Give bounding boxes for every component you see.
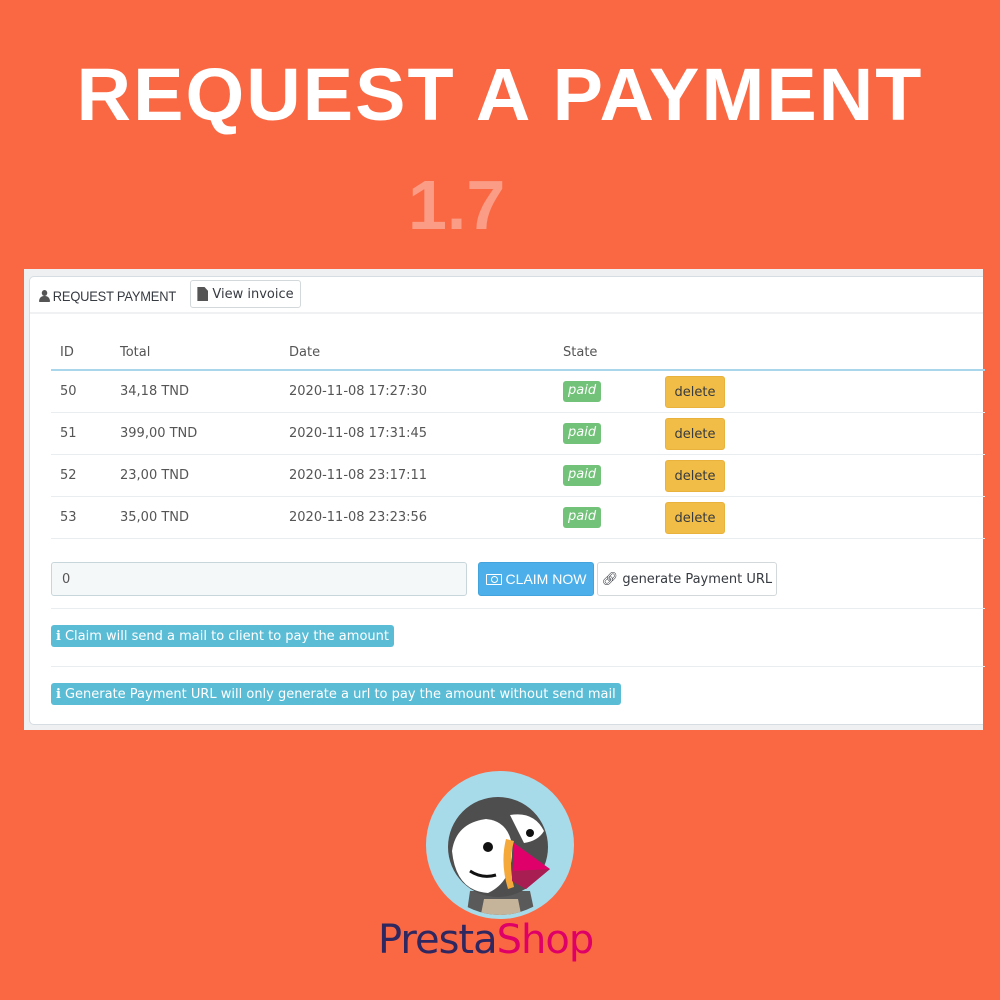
prestashop-puffin-logo xyxy=(426,771,574,919)
column-header-id: ID xyxy=(51,335,111,371)
cell-total: 34,18 TND xyxy=(111,370,280,413)
cell-total: 35,00 TND xyxy=(111,496,280,539)
cell-total: 399,00 TND xyxy=(111,412,280,455)
claim-now-button[interactable]: CLAIM NOW xyxy=(478,562,594,596)
cell-id: 53 xyxy=(51,496,111,539)
file-icon xyxy=(197,287,209,301)
status-badge: paid xyxy=(563,465,602,486)
delete-button[interactable]: delete xyxy=(665,459,725,492)
claim-form: CLAIM NOW 🔗︎ generate Payment URL xyxy=(51,554,985,609)
generate-payment-url-button[interactable]: 🔗︎ generate Payment URL xyxy=(597,562,777,596)
cell-state: paid xyxy=(554,496,656,539)
panel-title-text: REQUEST PAYMENT xyxy=(52,288,177,304)
cell-action: delete xyxy=(656,454,985,497)
table-row: 51 399,00 TND 2020-11-08 17:31:45 paid d… xyxy=(51,412,985,455)
cell-total: 23,00 TND xyxy=(111,454,280,497)
panel-title: REQUEST PAYMENT xyxy=(39,288,176,304)
version-label: 1.7 xyxy=(408,166,506,244)
panel-body: REQUEST PAYMENT View invoice ID Total Da… xyxy=(29,276,985,725)
cell-action: delete xyxy=(656,496,985,539)
generate-payment-url-label: generate Payment URL xyxy=(622,571,773,587)
cell-action: delete xyxy=(656,370,985,413)
info-icon: i xyxy=(56,628,61,644)
brand-shop: Shop xyxy=(496,917,595,963)
request-payment-panel: REQUEST PAYMENT View invoice ID Total Da… xyxy=(24,269,985,730)
brand-presta: Presta xyxy=(378,917,498,963)
prestashop-wordmark: PrestaShop xyxy=(378,917,595,963)
view-invoice-label: View invoice xyxy=(212,286,294,302)
status-badge: paid xyxy=(563,381,602,402)
generate-info-note: i Generate Payment URL will only generat… xyxy=(51,683,621,705)
status-badge: paid xyxy=(563,423,602,444)
delete-button[interactable]: delete xyxy=(665,417,725,450)
link-icon: 🔗︎ xyxy=(601,571,619,587)
table-row: 53 35,00 TND 2020-11-08 23:23:56 paid de… xyxy=(51,496,985,539)
logo-eye-left xyxy=(483,842,493,852)
cell-date: 2020-11-08 23:17:11 xyxy=(280,454,554,497)
claim-info-note: i Claim will send a mail to client to pa… xyxy=(51,625,394,647)
view-invoice-button[interactable]: View invoice xyxy=(190,280,301,308)
generate-info-text: Generate Payment URL will only generate … xyxy=(64,686,616,702)
delete-button[interactable]: delete xyxy=(665,501,725,534)
user-icon xyxy=(39,290,51,302)
cell-state: paid xyxy=(554,370,656,413)
delete-button[interactable]: delete xyxy=(665,375,725,408)
table-row: 50 34,18 TND 2020-11-08 17:27:30 paid de… xyxy=(51,370,985,413)
cell-state: paid xyxy=(554,454,656,497)
column-header-state: State xyxy=(554,335,656,371)
cell-id: 50 xyxy=(51,370,111,413)
panel-header: REQUEST PAYMENT View invoice xyxy=(30,277,983,314)
money-icon xyxy=(485,573,502,585)
column-header-date: Date xyxy=(280,335,554,371)
table-row: 52 23,00 TND 2020-11-08 23:17:11 paid de… xyxy=(51,454,985,497)
cell-id: 51 xyxy=(51,412,111,455)
cell-action: delete xyxy=(656,412,985,455)
cell-state: paid xyxy=(554,412,656,455)
generate-info-row: i Generate Payment URL will only generat… xyxy=(51,667,985,725)
column-header-actions xyxy=(656,335,985,371)
cell-date: 2020-11-08 17:27:30 xyxy=(280,370,554,413)
cell-date: 2020-11-08 17:31:45 xyxy=(280,412,554,455)
claim-now-label: CLAIM NOW xyxy=(505,571,587,587)
cell-id: 52 xyxy=(51,454,111,497)
info-icon: i xyxy=(56,686,61,702)
amount-input[interactable] xyxy=(51,562,467,596)
logo-eye-right xyxy=(526,829,534,837)
column-header-total: Total xyxy=(111,335,280,371)
cell-date: 2020-11-08 23:23:56 xyxy=(280,496,554,539)
claim-info-text: Claim will send a mail to client to pay … xyxy=(64,628,389,644)
table-header-row: ID Total Date State xyxy=(51,335,985,371)
payments-table: ID Total Date State 50 34,18 TND 2020-11… xyxy=(51,335,985,539)
status-badge: paid xyxy=(563,507,602,528)
hero-title: REQUEST A PAYMENT xyxy=(76,53,924,136)
claim-info-row: i Claim will send a mail to client to pa… xyxy=(51,609,985,667)
